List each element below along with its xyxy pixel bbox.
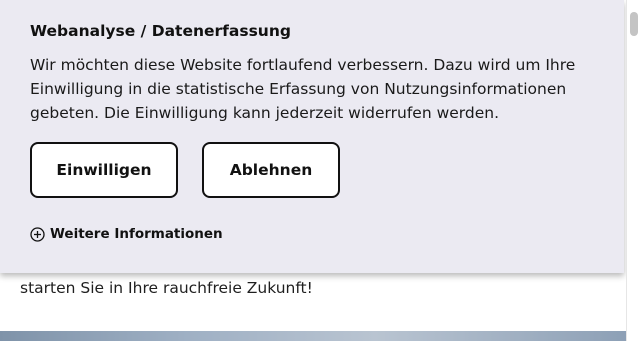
plus-circle-icon: [30, 226, 45, 242]
page-intro-text: starten Sie in Ihre rauchfreie Zukunft!: [20, 279, 313, 297]
consent-text: Wir möchten diese Website fortlaufend ve…: [30, 56, 576, 122]
more-info-label: Weitere Informationen: [50, 226, 223, 242]
scrollbar-thumb[interactable]: [630, 12, 638, 36]
vertical-scrollbar[interactable]: [626, 0, 640, 341]
decline-button[interactable]: Ablehnen: [202, 142, 340, 198]
more-info-link[interactable]: Weitere Informationen: [30, 226, 223, 242]
consent-title: Webanalyse / Datenerfassung: [30, 22, 291, 40]
accept-button[interactable]: Einwilligen: [30, 142, 178, 198]
page: starten Sie in Ihre rauchfreie Zukunft! …: [0, 0, 640, 341]
hero-image: [0, 331, 626, 341]
consent-banner: Webanalyse / Datenerfassung Wir möchten …: [0, 0, 624, 273]
